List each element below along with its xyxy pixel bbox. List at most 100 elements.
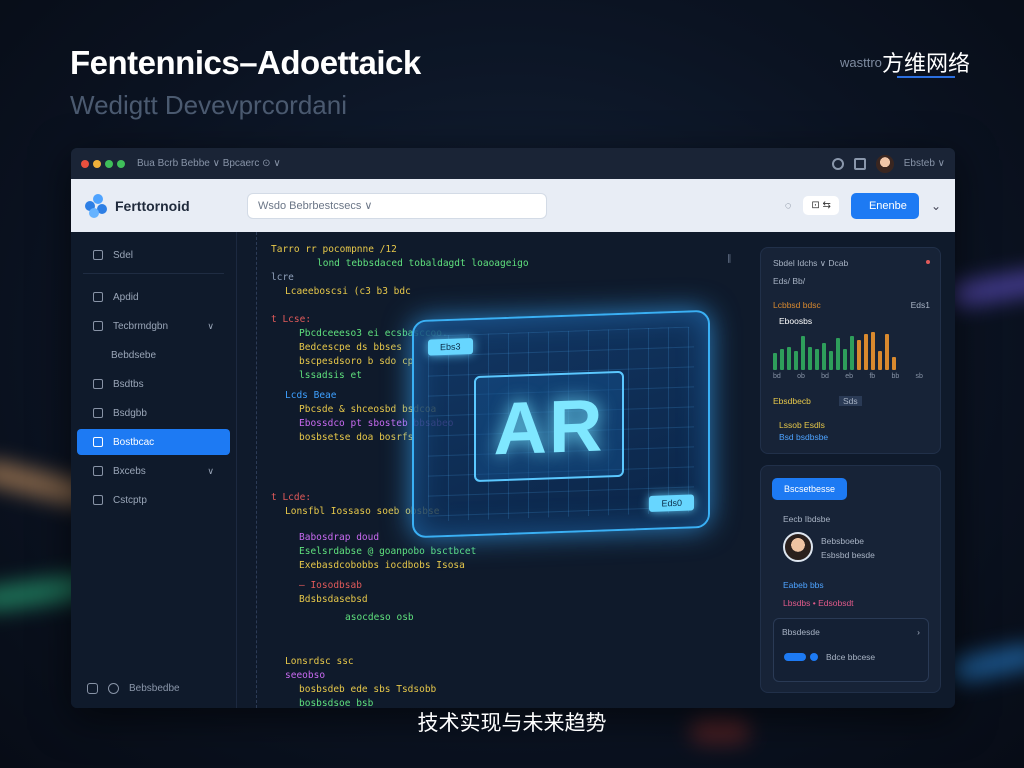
ar-tag-bottom: Eds0: [649, 494, 694, 512]
code-line: lssadsis et: [299, 370, 362, 381]
brand-small-text: wasttro: [840, 55, 882, 70]
bar-chart: [773, 330, 923, 370]
code-line: bosbsetse doa bosrfs: [299, 432, 414, 443]
code-line: lond tebbsdaced tobaldagdt loaoageigo: [317, 258, 529, 269]
toggle-switch[interactable]: [784, 653, 806, 661]
code-line: Exebasdcobobbs iocdbobs Isosa: [299, 560, 465, 571]
sidebar-item-icon: [93, 321, 103, 331]
chart-bar: [794, 351, 798, 370]
chart-bar: [808, 347, 812, 370]
editor-gutter: [243, 232, 257, 708]
chart-panel-header: Sbdel Idchs ∨ Dcab: [773, 258, 849, 268]
sidebar-item-icon: [93, 466, 103, 476]
chart-bar: [815, 349, 819, 370]
profile-avatar[interactable]: [783, 532, 813, 562]
sidebar-item[interactable]: Bsdtbs: [77, 371, 230, 397]
sidebar-item-label: Bsdgbb: [113, 407, 147, 419]
sidebar-item[interactable]: Apdid: [77, 284, 230, 310]
logo-icon: [85, 193, 109, 218]
sidebar-item-label: Bsdtbs: [113, 378, 144, 390]
brand-name: 方维网络: [882, 52, 971, 77]
chart-bar: [822, 343, 826, 370]
chart-bar: [801, 335, 805, 370]
axis-tick-label: fb: [869, 373, 876, 380]
status-dot-icon: [117, 159, 125, 168]
primary-action-button[interactable]: Enenbe: [850, 192, 919, 219]
profile-link[interactable]: Lbsdbs • Edsobsdt: [783, 598, 854, 608]
info-icon[interactable]: [87, 683, 98, 694]
chart-bar: [829, 351, 833, 370]
code-line: Bedcescpe ds bbses: [299, 342, 402, 353]
app-logo[interactable]: Ferttornoid: [85, 193, 247, 218]
chart-bar: [780, 349, 784, 370]
sidebar-item-icon: [93, 379, 103, 389]
sidebar-item[interactable]: Bostbcac: [77, 429, 230, 455]
ar-tag-top: Ebs3: [428, 338, 473, 356]
titlebar-right: Ebsteb ∨: [831, 154, 945, 173]
user-avatar[interactable]: [875, 154, 894, 173]
sidebar-item-label: Cstcptp: [113, 494, 147, 506]
window-titlebar: Bua Bcrb Bebbe ∨ Bpcaerc ⊙ ∨ Ebsteb ∨: [71, 148, 955, 179]
refresh-icon[interactable]: ◌: [785, 200, 792, 212]
chart-bar: [857, 339, 861, 370]
chart-panel: Sbdel Idchs ∨ Dcab Eds/ Bb/ Lcbbsd bdsc …: [760, 247, 941, 454]
profile-role: Esbsbd besde: [821, 550, 875, 560]
slide-title: Fentennics–Adoettaick: [70, 44, 421, 81]
code-line: Eselsrdabse @ goanpobo bsctbcet: [299, 546, 477, 557]
code-line: Lcds Beae: [285, 390, 337, 401]
chart-label-b: Eboosbs: [779, 316, 813, 326]
toolbar-right: ◌ ⊡ ⇆ Enenbe ⌄: [785, 192, 941, 219]
chart-footer-left[interactable]: Ebsdbecb: [773, 396, 811, 406]
sidebar-item[interactable]: Tecbrmdgbn ∨: [77, 313, 230, 339]
search-input[interactable]: Wsdo Bebrbestcsecs ∨: [247, 192, 547, 219]
code-line: bosbsdeb ede sbs Tsdsobb: [299, 684, 437, 695]
settings-icon[interactable]: [108, 683, 119, 694]
chart-bar: [892, 356, 896, 370]
chart-bar: [773, 352, 777, 370]
chevron-down-icon[interactable]: ∨: [207, 466, 214, 477]
slide-subtitle: Wedigtt Devevprcordani: [70, 90, 347, 120]
notes-icon[interactable]: [853, 157, 866, 170]
ar-inner-box: AR: [474, 370, 624, 483]
chart-footer-mid[interactable]: Sds: [839, 396, 862, 406]
titlebar-menu[interactable]: Bua Bcrb Bebbe ∨ Bpcaerc ⊙ ∨: [137, 158, 281, 169]
toggle-switch-2[interactable]: [810, 653, 818, 661]
minimize-dot-icon[interactable]: [93, 159, 101, 168]
profile-panel: Bscsetbesse Eecb Ibdsbe Bebsboebe Esbsbd…: [760, 465, 941, 693]
user-menu[interactable]: Ebsteb ∨: [904, 158, 945, 169]
sidebar-item[interactable]: Bebdsebe: [77, 342, 230, 368]
search-placeholder: Wsdo Bebrbestcsecs ∨: [258, 200, 373, 212]
code-line: — Iosodbsab: [299, 580, 362, 591]
pause-icon[interactable]: ∥: [727, 254, 732, 264]
sidebar-item[interactable]: Bxcebs ∨: [77, 458, 230, 484]
close-dot-icon[interactable]: [81, 159, 89, 168]
chart-bar: [878, 351, 882, 370]
code-line: Bdsbsdasebsd: [299, 594, 368, 605]
maximize-dot-icon[interactable]: [105, 159, 113, 168]
sidebar-item-label: Bostbcac: [113, 436, 155, 448]
view-toggle-group[interactable]: ⊡ ⇆: [803, 196, 839, 215]
chart-bar: [787, 347, 791, 370]
axis-tick-label: bd: [821, 373, 829, 380]
sidebar-item-icon: [93, 292, 103, 302]
timer-icon[interactable]: [831, 157, 844, 170]
axis-tick-label: eb: [845, 373, 854, 380]
profile-action-button[interactable]: Bscsetbesse: [772, 478, 848, 500]
code-line: Babosdrap doud: [299, 532, 380, 543]
sidebar-footer-label[interactable]: Bebsbedbe: [129, 683, 180, 694]
code-line: seeobso: [285, 670, 326, 681]
sidebar: Sdel Apdid Tecbrmdgbn ∨ Bebdsebe Bsdtbs Bsdgbb…: [71, 232, 237, 708]
ar-hologram-card: AR Ebs3 Eds0: [412, 309, 710, 539]
sidebar-item-label: Sdel: [113, 249, 134, 261]
sidebar-item[interactable]: Bsdgbb: [77, 400, 230, 426]
chevron-down-icon[interactable]: ∨: [207, 321, 214, 332]
axis-tick-label: bd: [773, 373, 781, 380]
chevron-right-icon[interactable]: ›: [917, 627, 920, 637]
axis-tick-label: bb: [891, 373, 900, 380]
sidebar-item-label: Bxcebs: [113, 465, 146, 477]
sidebar-item-label: Tecbrmdgbn: [113, 320, 169, 332]
sidebar-item[interactable]: Cstcptp: [77, 487, 230, 513]
sidebar-item[interactable]: Sdel: [77, 242, 230, 268]
chevron-down-icon[interactable]: ⌄: [931, 199, 941, 213]
sidebar-item-icon: [93, 408, 103, 418]
